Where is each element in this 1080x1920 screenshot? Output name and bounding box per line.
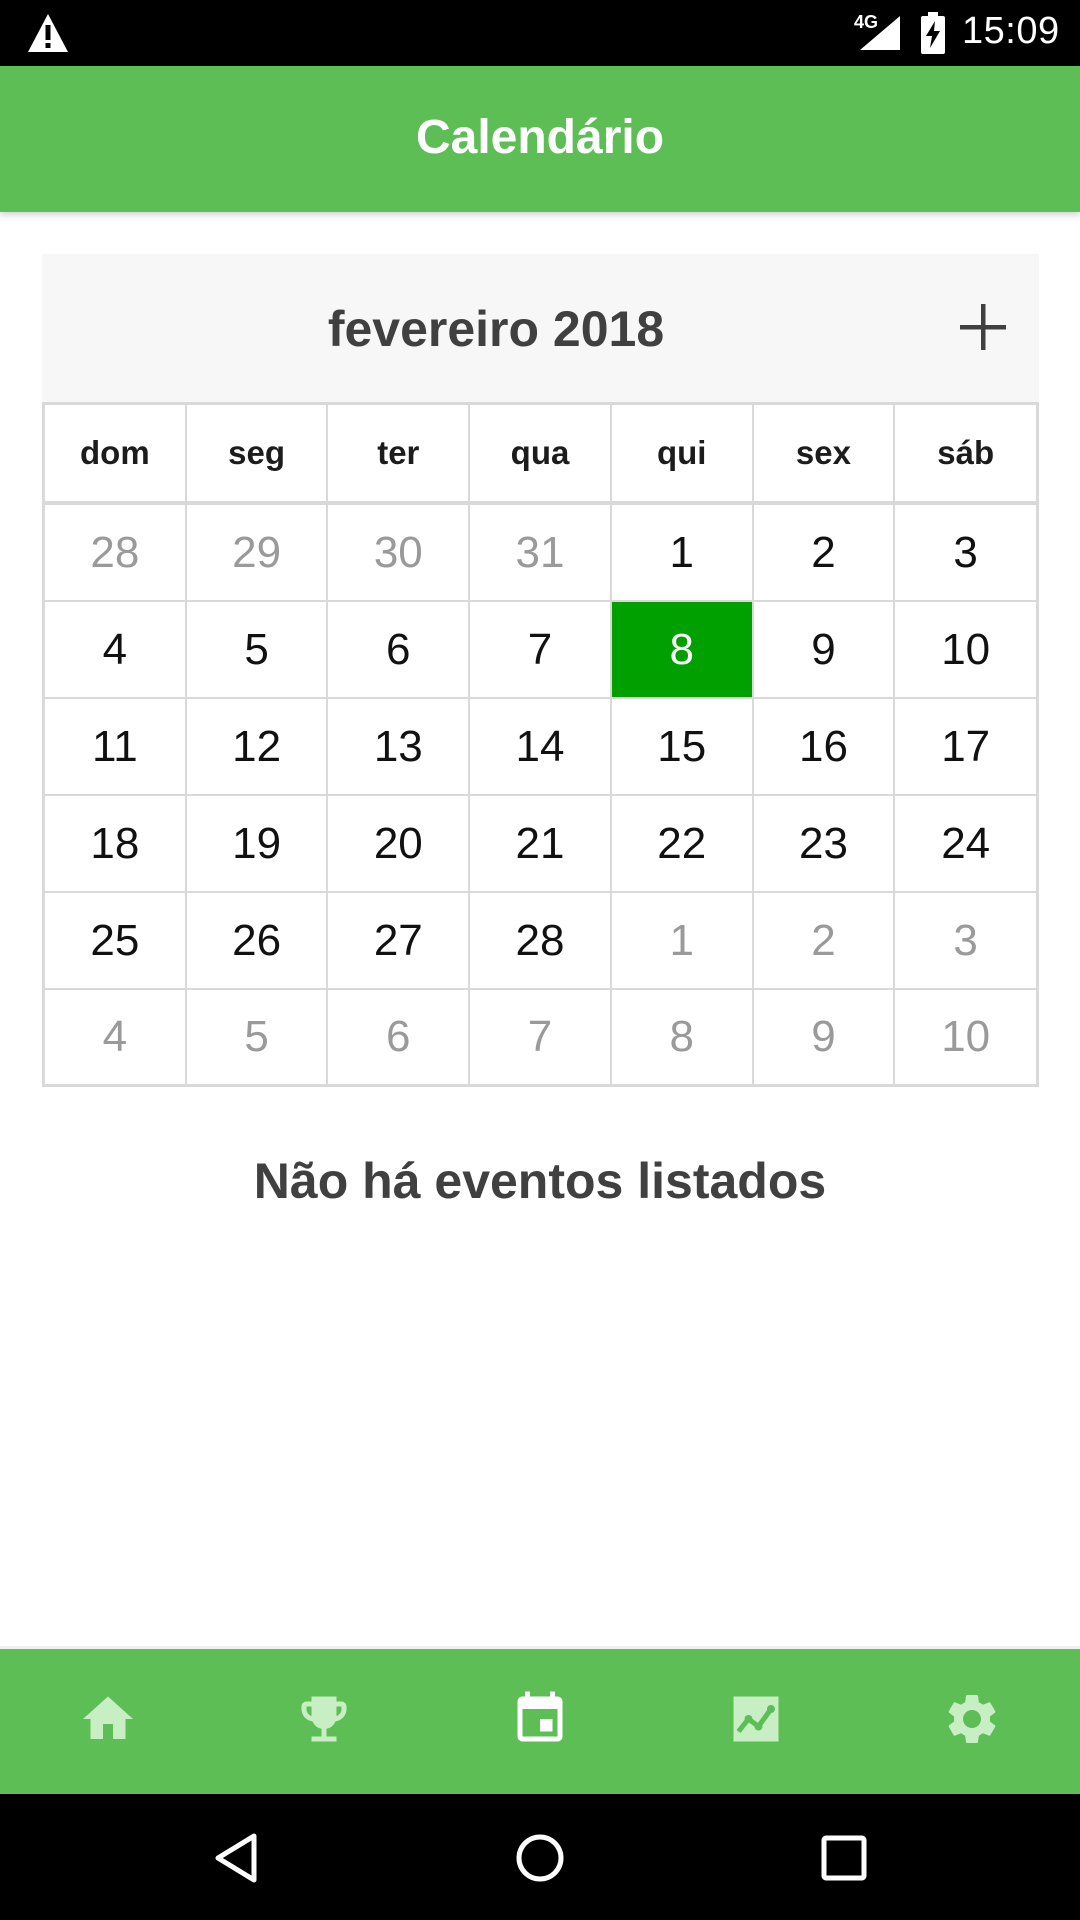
day-cell[interactable]: 16 xyxy=(753,699,896,796)
system-navigation-bar xyxy=(0,1794,1080,1920)
week-row: 18 19 20 21 22 23 24 xyxy=(45,796,1040,893)
empty-events-message: Não há eventos listados xyxy=(253,1153,827,1209)
nav-achievements[interactable] xyxy=(284,1679,364,1759)
status-time: 15:09 xyxy=(962,10,1060,52)
day-cell[interactable]: 28 xyxy=(470,893,612,990)
day-cell[interactable]: 4 xyxy=(45,602,187,699)
day-cell-next-month[interactable]: 6 xyxy=(328,990,471,1087)
day-cell[interactable]: 19 xyxy=(186,796,329,893)
plus-icon[interactable] xyxy=(952,296,1014,358)
day-cell[interactable]: 2 xyxy=(753,505,896,602)
day-cell[interactable]: 13 xyxy=(328,699,471,796)
week-row: 4 5 6 7 8 9 10 xyxy=(45,602,1040,699)
warning-icon xyxy=(28,14,68,52)
day-cell-next-month[interactable]: 10 xyxy=(895,990,1040,1087)
calendar-icon xyxy=(517,1691,563,1742)
day-cell[interactable]: 9 xyxy=(753,602,896,699)
day-cell[interactable]: 11 xyxy=(45,699,187,796)
day-cell[interactable]: 26 xyxy=(186,893,329,990)
day-cell-next-month[interactable]: 8 xyxy=(611,990,754,1087)
bottom-navigation xyxy=(0,1646,1080,1794)
day-cell-next-month[interactable]: 3 xyxy=(895,893,1040,990)
day-cell[interactable]: 7 xyxy=(470,602,612,699)
day-cell[interactable]: 14 xyxy=(470,699,612,796)
day-cell[interactable]: 21 xyxy=(470,796,612,893)
day-cell[interactable]: 10 xyxy=(895,602,1040,699)
weekday-label: qua xyxy=(470,405,612,505)
weekday-label: dom xyxy=(45,405,187,505)
calendar: fevereiro 2018 dom seg ter qua qui sex s… xyxy=(42,254,1040,1087)
day-cell[interactable]: 1 xyxy=(611,505,754,602)
trophy-icon xyxy=(301,1696,347,1742)
weekday-row: dom seg ter qua qui sex sáb xyxy=(45,405,1040,505)
day-cell[interactable]: 27 xyxy=(328,893,471,990)
month-label: fevereiro 2018 xyxy=(327,301,665,357)
battery-charging-icon xyxy=(921,12,945,54)
week-row: 4 5 6 7 8 9 10 xyxy=(45,990,1040,1087)
weekday-label: seg xyxy=(186,405,329,505)
home-icon xyxy=(83,1696,133,1739)
day-cell[interactable]: 15 xyxy=(611,699,754,796)
day-cell[interactable]: 12 xyxy=(186,699,329,796)
day-cell[interactable]: 25 xyxy=(45,893,187,990)
chart-icon xyxy=(733,1696,779,1742)
day-cell[interactable]: 24 xyxy=(895,796,1040,893)
page-title: Calendário xyxy=(415,111,665,164)
day-cell[interactable]: 22 xyxy=(611,796,754,893)
calendar-grid: dom seg ter qua qui sex sáb 28 29 30 31 … xyxy=(42,402,1040,1087)
nav-home[interactable] xyxy=(68,1679,148,1759)
week-row: 25 26 27 28 1 2 3 xyxy=(45,893,1040,990)
day-cell-next-month[interactable]: 2 xyxy=(753,893,896,990)
day-cell[interactable]: 3 xyxy=(895,505,1040,602)
day-cell[interactable]: 20 xyxy=(328,796,471,893)
recents-icon[interactable] xyxy=(814,1828,874,1888)
home-circle-icon[interactable] xyxy=(510,1828,570,1888)
day-cell-next-month[interactable]: 4 xyxy=(45,990,187,1087)
signal-icon xyxy=(860,16,900,50)
weekday-label: ter xyxy=(328,405,471,505)
calendar-header: fevereiro 2018 xyxy=(42,254,1039,402)
day-cell-prev-month[interactable]: 29 xyxy=(186,505,329,602)
day-cell-next-month[interactable]: 5 xyxy=(186,990,329,1087)
gear-icon xyxy=(948,1695,996,1743)
day-cell-next-month[interactable]: 9 xyxy=(753,990,896,1087)
day-cell-prev-month[interactable]: 31 xyxy=(470,505,612,602)
app-bar: Calendário xyxy=(0,66,1080,212)
weekday-label: qui xyxy=(611,405,754,505)
status-bar: 4G 15:09 xyxy=(0,0,1080,66)
day-cell[interactable]: 17 xyxy=(895,699,1040,796)
day-cell-next-month[interactable]: 1 xyxy=(611,893,754,990)
nav-calendar[interactable] xyxy=(500,1679,580,1759)
day-cell[interactable]: 5 xyxy=(186,602,329,699)
nav-settings[interactable] xyxy=(932,1679,1012,1759)
day-cell-next-month[interactable]: 7 xyxy=(470,990,612,1087)
week-row: 11 12 13 14 15 16 17 xyxy=(45,699,1040,796)
nav-progress[interactable] xyxy=(716,1679,796,1759)
day-cell-selected[interactable]: 8 xyxy=(611,602,754,699)
weekday-label: sáb xyxy=(895,405,1040,505)
week-row: 28 29 30 31 1 2 3 xyxy=(45,505,1040,602)
weekday-label: sex xyxy=(753,405,896,505)
day-cell-prev-month[interactable]: 30 xyxy=(328,505,471,602)
day-cell[interactable]: 18 xyxy=(45,796,187,893)
back-icon[interactable] xyxy=(208,1828,268,1888)
day-cell[interactable]: 23 xyxy=(753,796,896,893)
day-cell[interactable]: 6 xyxy=(328,602,471,699)
day-cell-prev-month[interactable]: 28 xyxy=(45,505,187,602)
